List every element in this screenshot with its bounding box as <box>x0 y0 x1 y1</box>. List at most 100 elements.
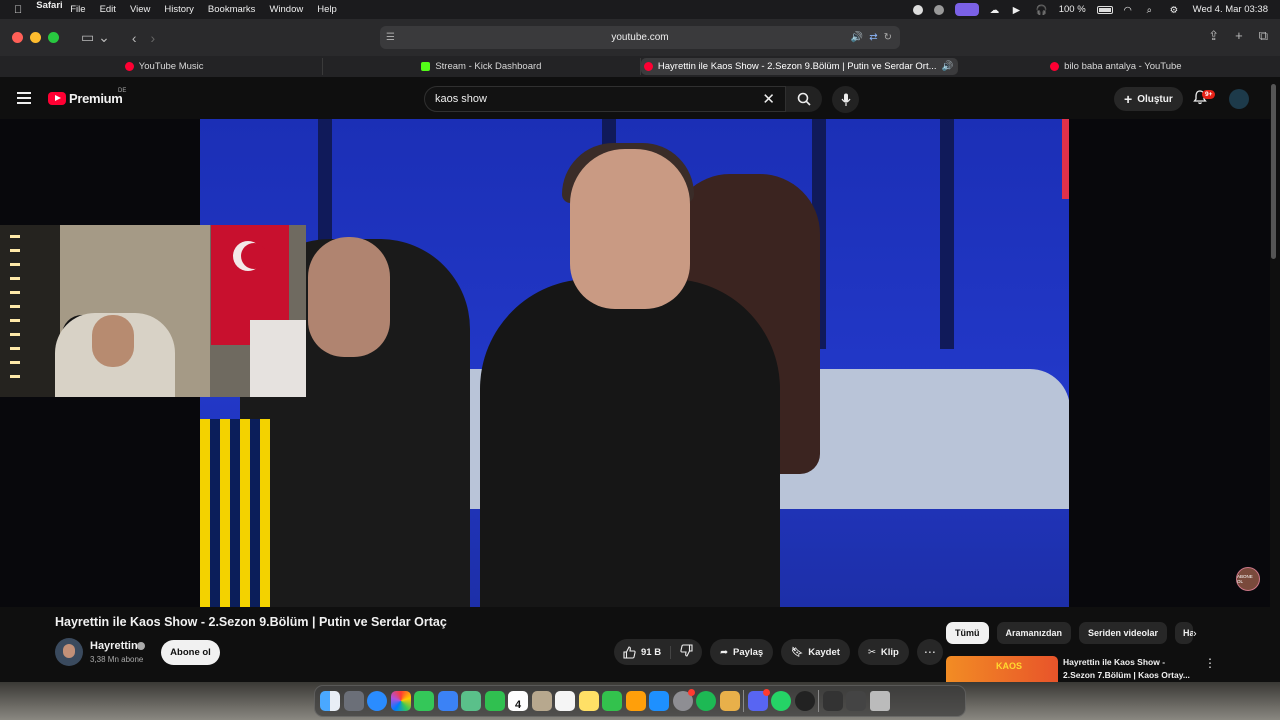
subscriber-count: 3,38 Mn abone <box>90 655 144 664</box>
chip-series-videos[interactable]: Seriden videolar <box>1079 622 1168 644</box>
cloud-icon[interactable]: ☁ <box>990 5 1002 16</box>
obs-icon[interactable] <box>794 691 815 711</box>
calendar-icon[interactable]: 4 <box>508 691 528 711</box>
photos-icon[interactable] <box>390 691 411 711</box>
translate-icon[interactable]: ⇄ <box>869 32 877 43</box>
tab-bilo-baba[interactable]: bilo baba antalya - YouTube <box>958 58 1274 75</box>
minimize-window-button[interactable] <box>30 32 41 43</box>
system-settings-icon[interactable] <box>672 689 695 711</box>
thumbnail-text: KAOS <box>996 661 1023 671</box>
mail-icon[interactable] <box>437 691 458 711</box>
share-icon[interactable]: ⇪ <box>1208 28 1219 44</box>
video-actions: 91 B ➦ Paylaş 🔖︎ Kaydet ✂ Klip ⋯ <box>614 639 943 665</box>
screen-recording-icon[interactable] <box>954 3 979 16</box>
share-button[interactable]: ➦ Paylaş <box>710 639 774 665</box>
trash-icon[interactable] <box>869 691 890 711</box>
app-icon[interactable] <box>719 691 740 711</box>
battery-icon[interactable] <box>1096 5 1113 14</box>
recommendation-thumbnail[interactable]: KAOS <box>946 656 1058 684</box>
microphone-icon <box>841 93 850 106</box>
more-vertical-icon[interactable]: ⋮ <box>1204 656 1216 670</box>
page-menu-icon[interactable]: ☰ <box>386 32 395 43</box>
subscribe-button[interactable]: Abone ol <box>161 640 220 665</box>
sidebar-toggle-icon[interactable]: ▭ ⌄ <box>81 29 110 46</box>
audio-playing-icon[interactable]: 🔊 <box>851 32 863 43</box>
more-actions-button[interactable]: ⋯ <box>916 639 943 665</box>
forward-icon[interactable]: › <box>151 30 156 46</box>
tab-kaos-show[interactable]: Hayrettin ile Kaos Show - 2.Sezon 9.Bölü… <box>640 58 958 75</box>
dislike-button[interactable] <box>671 644 702 660</box>
control-center-icon[interactable]: ⚙ <box>1170 5 1182 16</box>
pages-icon[interactable] <box>625 691 646 711</box>
youtube-header: Premium DE kaos show ✕ + Oluştur <box>0 77 1280 119</box>
creative-cloud-icon[interactable] <box>933 4 944 15</box>
menu-file[interactable]: File <box>70 4 85 15</box>
menu-clock[interactable]: Wed 4. Mar 03:38 <box>1193 4 1268 15</box>
clear-search-icon[interactable]: ✕ <box>762 90 775 108</box>
youtube-icon <box>1050 62 1060 71</box>
video-player[interactable]: ABONE OL <box>0 119 1270 607</box>
macos-dock: 4 <box>314 685 966 717</box>
minimized-window-2[interactable] <box>846 691 866 711</box>
chip-all[interactable]: Tümü <box>946 622 989 644</box>
discord-icon[interactable] <box>747 689 770 711</box>
notes-icon[interactable] <box>578 691 599 711</box>
spotify-icon[interactable] <box>696 691 716 711</box>
menu-app-name[interactable]: Safari <box>36 0 62 20</box>
status-dot-icon[interactable] <box>912 4 923 15</box>
back-icon[interactable]: ‹ <box>132 30 137 46</box>
facetime-icon[interactable] <box>484 691 505 711</box>
tab-youtube-music[interactable]: YouTube Music <box>6 58 324 75</box>
chip-channel[interactable]: Hayrettin <box>1175 622 1194 644</box>
menu-bookmarks[interactable]: Bookmarks <box>208 4 256 15</box>
address-bar[interactable]: ☰ youtube.com 🔊 ⇄ ↻ <box>380 26 900 49</box>
minimized-window-1[interactable] <box>822 691 843 711</box>
menu-window[interactable]: Window <box>269 4 303 15</box>
tab-overview-icon[interactable]: ⧉ <box>1259 28 1268 44</box>
channel-name[interactable]: Hayrettin <box>90 640 138 652</box>
tab-kick-dashboard[interactable]: Stream - Kick Dashboard <box>323 58 641 75</box>
menu-help[interactable]: Help <box>317 4 337 15</box>
menu-view[interactable]: View <box>130 4 150 15</box>
reminders-icon[interactable] <box>555 691 575 711</box>
safari-icon[interactable] <box>367 691 387 711</box>
like-button[interactable]: 91 B <box>614 645 672 659</box>
menu-history[interactable]: History <box>164 4 194 15</box>
youtube-premium-logo[interactable]: Premium DE <box>48 88 126 106</box>
spotlight-search-icon[interactable]: ⌕ <box>1147 5 1159 16</box>
page-scrollbar[interactable] <box>1271 84 1276 259</box>
search-input[interactable]: kaos show ✕ <box>424 86 786 112</box>
voice-search-button[interactable] <box>832 86 859 113</box>
launchpad-icon[interactable] <box>343 691 364 711</box>
hamburger-menu-icon[interactable] <box>17 92 31 107</box>
reload-icon[interactable]: ↻ <box>884 32 892 43</box>
wifi-icon[interactable]: ◠ <box>1124 5 1136 16</box>
maps-icon[interactable] <box>461 691 481 711</box>
play-circle-icon[interactable]: ▶ <box>1013 5 1025 16</box>
tab-label: YouTube Music <box>138 61 204 72</box>
messages-icon[interactable] <box>414 691 434 711</box>
menu-edit[interactable]: Edit <box>100 4 116 15</box>
whatsapp-icon[interactable] <box>771 691 791 711</box>
headphones-icon[interactable]: 🎧 <box>1036 5 1048 16</box>
apple-menu-icon[interactable]:  <box>14 4 22 16</box>
close-window-button[interactable] <box>12 32 23 43</box>
chip-from-search[interactable]: Aramanızdan <box>996 622 1072 644</box>
numbers-icon[interactable] <box>602 691 622 711</box>
tab-audio-icon[interactable]: 🔊 <box>942 61 954 72</box>
clip-button[interactable]: ✂ Klip <box>857 639 909 665</box>
contacts-icon[interactable] <box>531 691 552 711</box>
create-button[interactable]: + Oluştur <box>1114 87 1183 111</box>
recommendation-title[interactable]: Hayrettin ile Kaos Show - 2.Sezon 7.Bölü… <box>1063 656 1195 682</box>
app-store-icon[interactable] <box>649 691 669 711</box>
new-tab-icon[interactable]: + <box>1235 28 1243 44</box>
search-button[interactable] <box>786 86 822 112</box>
chevron-right-icon[interactable]: › <box>1193 628 1197 640</box>
account-avatar[interactable] <box>1229 89 1249 109</box>
dock-separator <box>743 690 744 712</box>
channel-avatar[interactable] <box>55 638 83 666</box>
subscribe-watermark[interactable]: ABONE OL <box>1236 567 1260 591</box>
zoom-window-button[interactable] <box>48 32 59 43</box>
finder-icon[interactable] <box>320 691 340 711</box>
save-button[interactable]: 🔖︎ Kaydet <box>781 639 850 665</box>
